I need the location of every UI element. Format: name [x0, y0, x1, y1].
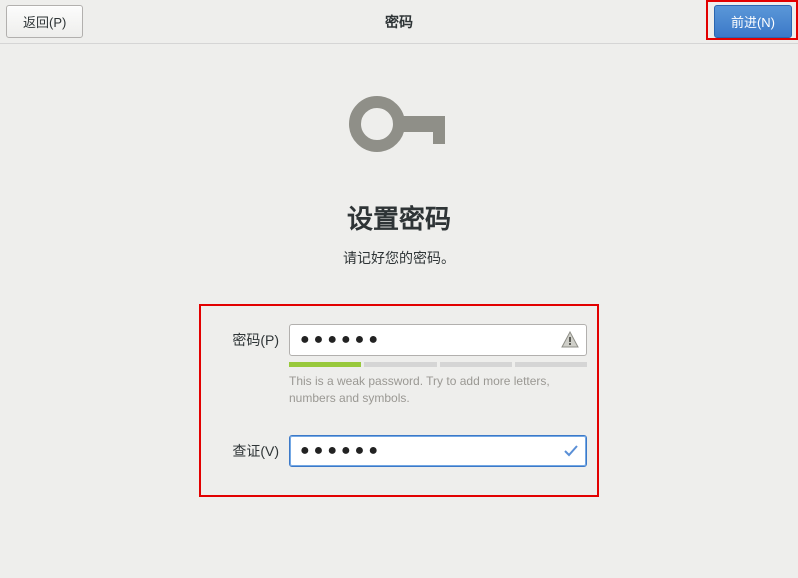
page-subtitle: 请记好您的密码。	[343, 248, 455, 268]
content-area: 设置密码 请记好您的密码。 密码(P) This i	[0, 44, 798, 497]
password-label: 密码(P)	[211, 330, 289, 350]
page-title: 设置密码	[347, 199, 451, 236]
password-hint: This is a weak password. Try to add more…	[289, 373, 587, 407]
verify-label: 查证(V)	[211, 441, 289, 461]
password-row: 密码(P)	[211, 324, 587, 356]
warning-icon	[561, 331, 579, 349]
password-input[interactable]	[289, 324, 587, 356]
key-icon	[349, 94, 449, 159]
header-title: 密码	[385, 12, 413, 32]
verify-input[interactable]	[289, 435, 587, 467]
form-area: 密码(P) This is a weak password. Try to ad…	[199, 304, 599, 497]
strength-seg-4	[515, 362, 587, 367]
next-button[interactable]: 前进(N)	[714, 5, 792, 38]
header-bar: 返回(P) 密码 前进(N)	[0, 0, 798, 44]
back-button[interactable]: 返回(P)	[6, 5, 83, 38]
verify-row: 查证(V)	[211, 435, 587, 467]
checkmark-icon	[563, 443, 579, 459]
strength-seg-1	[289, 362, 361, 367]
strength-bar	[289, 362, 587, 367]
strength-seg-2	[364, 362, 436, 367]
strength-seg-3	[440, 362, 512, 367]
verify-field-wrap	[289, 435, 587, 467]
password-field-wrap	[289, 324, 587, 356]
